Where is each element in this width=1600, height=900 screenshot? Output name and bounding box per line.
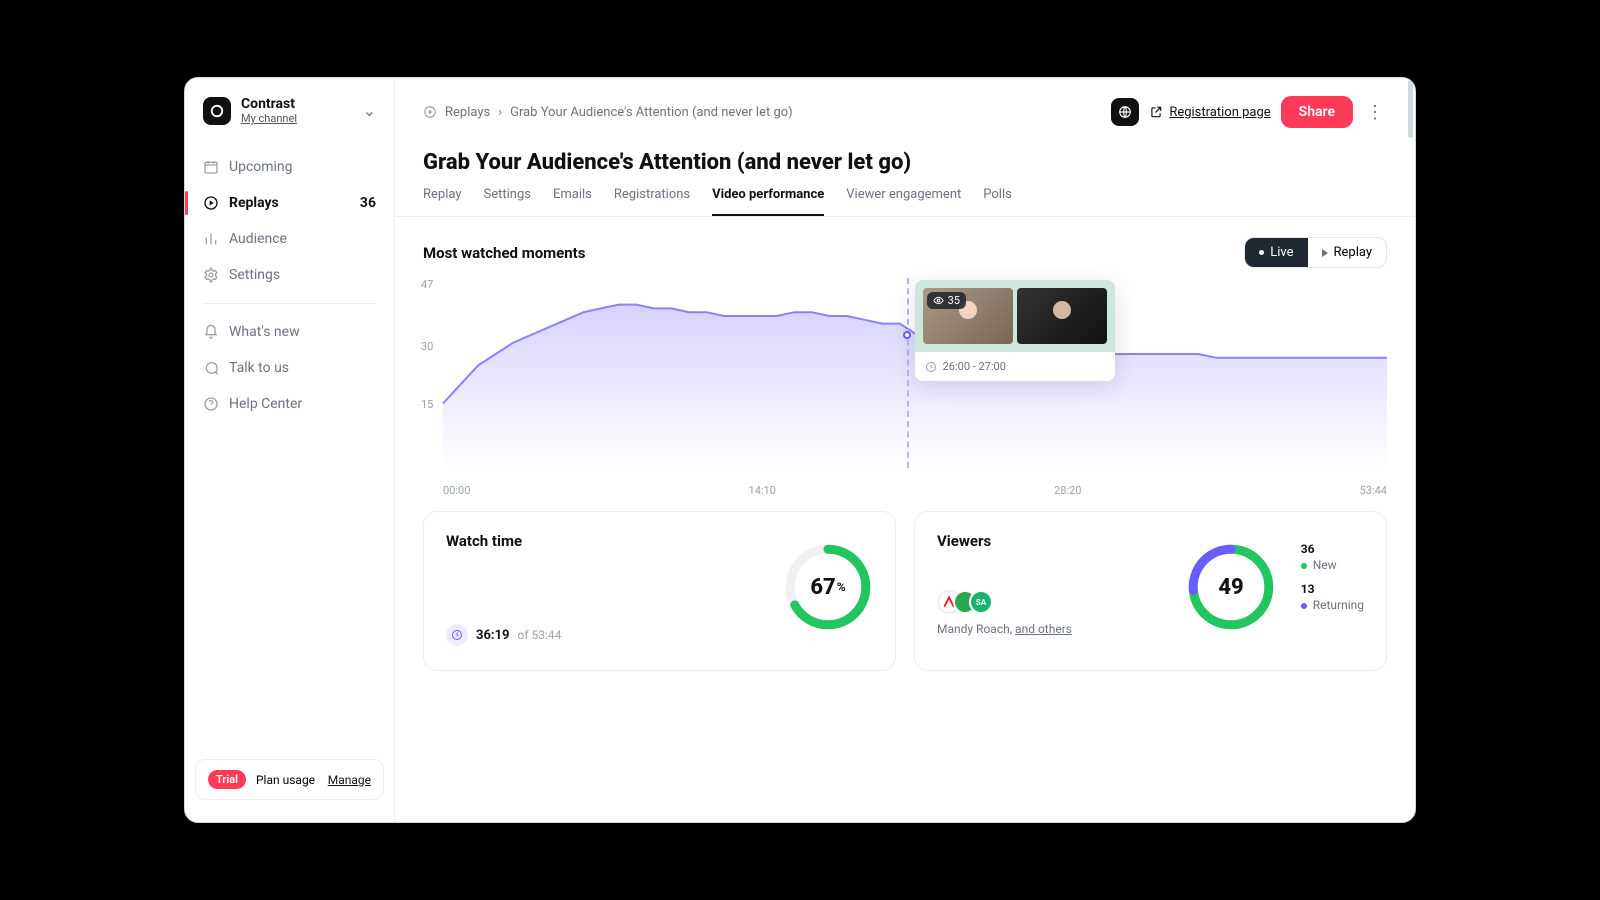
bell-icon [203, 324, 219, 340]
share-button[interactable]: Share [1281, 96, 1353, 128]
viewers-card: Viewers SA Mandy Roach, and others 49 [914, 511, 1387, 671]
chart[interactable]: 47 30 15 35 [423, 278, 1387, 478]
tabs: Replay Settings Emails Registrations Vid… [395, 179, 1415, 217]
nav-label: Talk to us [229, 360, 289, 376]
viewer-badge-count: 35 [948, 294, 960, 307]
avatar: SA [969, 590, 993, 614]
speaker-thumbnail [1017, 288, 1107, 344]
chart-hover-point [903, 331, 911, 339]
plan-footer: Trial Plan usage Manage [195, 759, 384, 800]
nav-audience[interactable]: Audience [185, 221, 394, 257]
page-title: Grab Your Audience's Attention (and neve… [395, 128, 1415, 179]
viewer-names: Mandy Roach, and others [937, 622, 1364, 636]
legend-returning: 13 Returning [1301, 582, 1364, 612]
sidebar: Contrast My channel ⌄ Upcoming Replays 3… [185, 78, 395, 822]
x-tick: 28:20 [1054, 484, 1081, 497]
watch-time-ring: 67% [783, 542, 873, 632]
x-tick: 14:10 [749, 484, 776, 497]
x-axis: 00:00 14:10 28:20 53:44 [423, 478, 1387, 497]
x-tick: 53:44 [1360, 484, 1387, 497]
workspace-switcher[interactable]: Contrast My channel ⌄ [185, 96, 394, 143]
toggle-live[interactable]: Live [1245, 238, 1307, 267]
y-tick: 47 [421, 278, 433, 291]
play-circle-icon [203, 195, 219, 211]
main: Replays › Grab Your Audience's Attention… [395, 78, 1415, 822]
nav-label: Audience [229, 231, 287, 247]
clock-icon [446, 624, 468, 646]
nav-talk-to-us[interactable]: Talk to us [185, 350, 394, 386]
chart-hover-card: 35 26:00 - 27:00 [915, 280, 1115, 381]
workspace-subtitle[interactable]: My channel [241, 112, 297, 125]
x-tick: 00:00 [443, 484, 470, 497]
percent-suffix: % [837, 580, 846, 594]
nav-upcoming[interactable]: Upcoming [185, 149, 394, 185]
workspace-logo [203, 97, 231, 125]
nav-count: 36 [360, 195, 376, 211]
nav-whats-new[interactable]: What's new [185, 314, 394, 350]
nav-label: Upcoming [229, 159, 293, 175]
registration-page-link[interactable]: Registration page [1149, 105, 1270, 120]
nav-separator [203, 303, 376, 304]
section-header: Most watched moments Live Replay [395, 217, 1415, 278]
more-menu-button[interactable]: ⋮ [1363, 102, 1387, 123]
nav-label: Replays [229, 195, 279, 211]
live-replay-toggle: Live Replay [1244, 237, 1387, 268]
legend-new: 36 New [1301, 542, 1364, 572]
tab-polls[interactable]: Polls [983, 187, 1012, 216]
topbar: Replays › Grab Your Audience's Attention… [395, 78, 1415, 128]
tab-replay[interactable]: Replay [423, 187, 462, 216]
nav-label: What's new [229, 324, 300, 340]
section-title: Most watched moments [423, 244, 585, 262]
clock-icon [925, 361, 937, 373]
y-tick: 30 [421, 340, 433, 353]
workspace-name: Contrast [241, 96, 297, 112]
nav-label: Help Center [229, 396, 302, 412]
globe-button[interactable] [1111, 98, 1139, 126]
breadcrumb: Replays › Grab Your Audience's Attention… [423, 105, 793, 120]
plan-usage-label: Plan usage [256, 773, 315, 787]
watch-time-percent: 67 [810, 575, 835, 600]
bars-icon [203, 231, 219, 247]
help-icon [203, 396, 219, 412]
chat-icon [203, 360, 219, 376]
play-circle-icon [423, 105, 437, 119]
trial-badge: Trial [208, 770, 246, 789]
tab-emails[interactable]: Emails [553, 187, 592, 216]
and-others-link[interactable]: and others [1015, 622, 1072, 636]
toggle-replay[interactable]: Replay [1308, 238, 1387, 267]
manage-link[interactable]: Manage [328, 773, 371, 787]
chevron-right-icon: › [498, 105, 502, 120]
registration-page-label: Registration page [1169, 105, 1270, 120]
watch-time-card: Watch time 67% 36:19 of 53:44 [423, 511, 896, 671]
logo-icon [210, 104, 224, 118]
nav-label: Settings [229, 267, 280, 283]
gear-icon [203, 267, 219, 283]
hover-timerange: 26:00 - 27:00 [943, 360, 1006, 373]
chart-hover-line [907, 278, 909, 468]
primary-nav: Upcoming Replays 36 Audience Settings Wh… [185, 143, 394, 428]
eye-icon [933, 295, 944, 306]
nav-replays[interactable]: Replays 36 [185, 185, 394, 221]
breadcrumb-current: Grab Your Audience's Attention (and neve… [510, 105, 793, 120]
breadcrumb-root[interactable]: Replays [445, 105, 490, 120]
watch-time-total: of 53:44 [518, 628, 562, 642]
tab-registrations[interactable]: Registrations [614, 187, 690, 216]
watch-time-value: 36:19 [476, 628, 510, 643]
chevron-down-icon: ⌄ [363, 101, 376, 120]
viewer-badge: 35 [927, 292, 966, 309]
play-icon [1322, 249, 1328, 257]
tab-settings[interactable]: Settings [484, 187, 531, 216]
tab-viewer-engagement[interactable]: Viewer engagement [846, 187, 961, 216]
nav-settings[interactable]: Settings [185, 257, 394, 293]
calendar-icon [203, 159, 219, 175]
y-tick: 15 [421, 398, 433, 411]
dot-icon [1259, 250, 1264, 255]
tab-video-performance[interactable]: Video performance [712, 187, 824, 216]
globe-icon [1118, 105, 1132, 119]
nav-help-center[interactable]: Help Center [185, 386, 394, 422]
external-link-icon [1149, 105, 1163, 119]
